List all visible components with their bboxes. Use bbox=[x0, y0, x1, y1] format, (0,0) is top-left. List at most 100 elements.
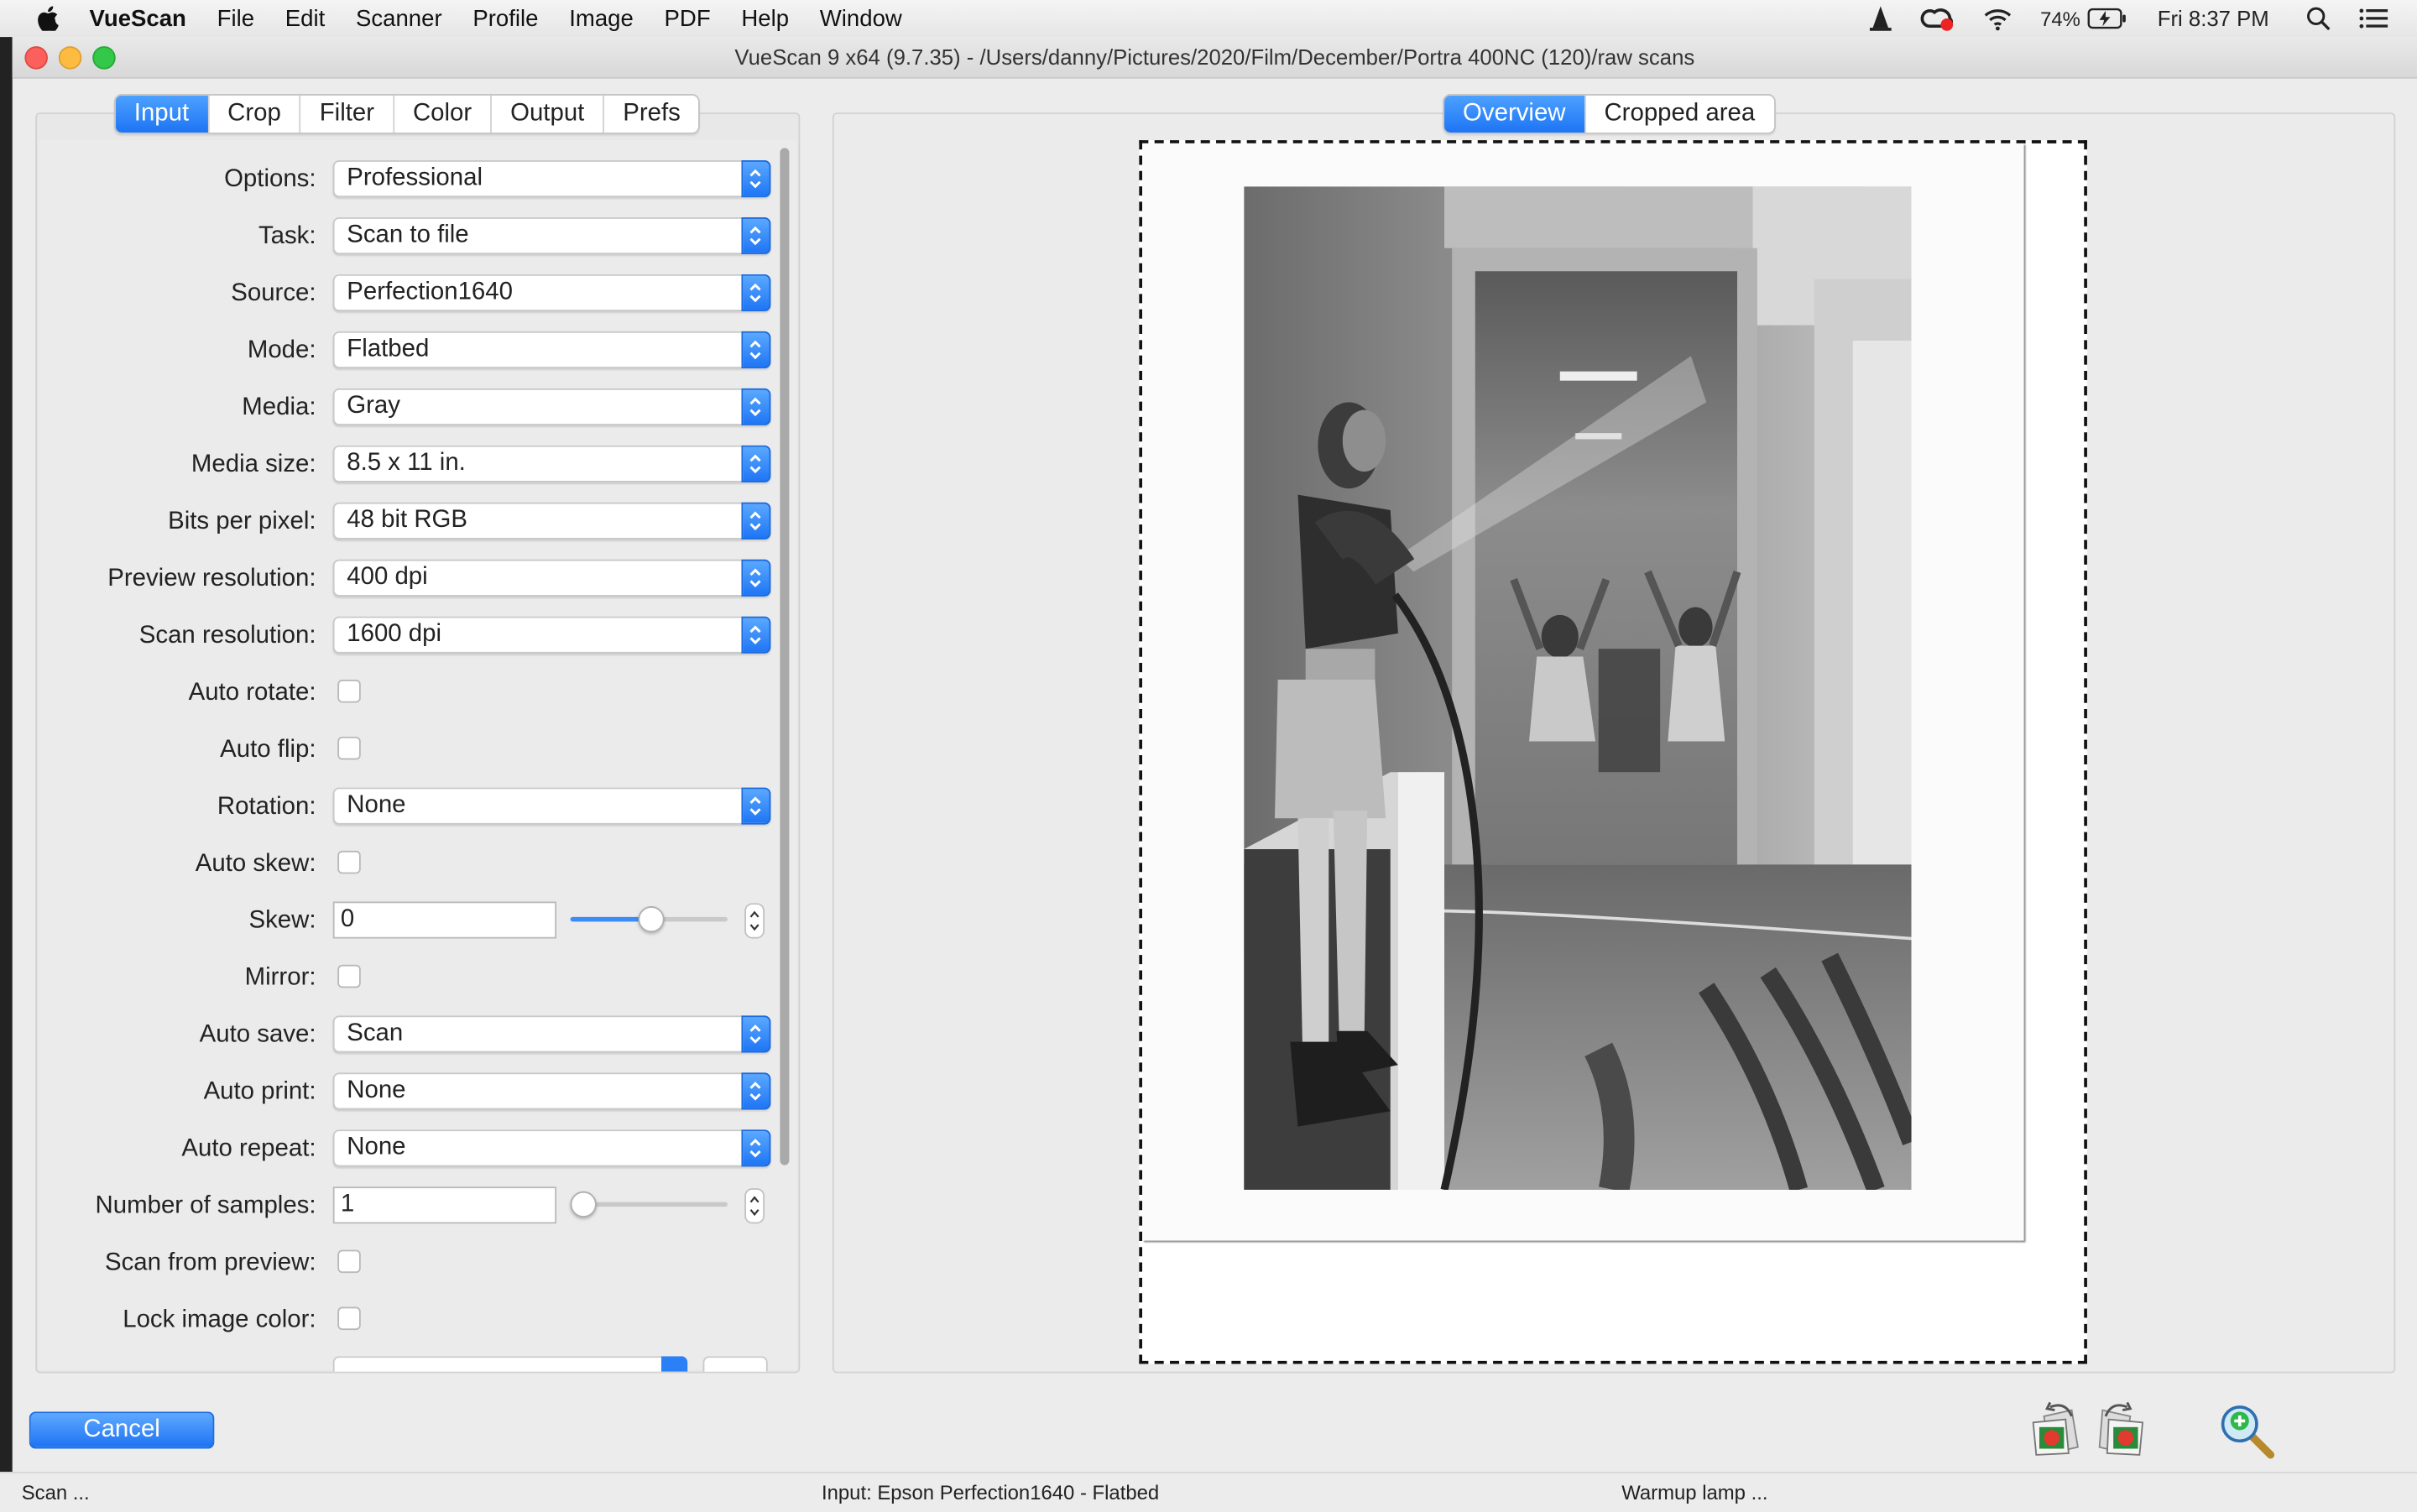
scan-area[interactable] bbox=[1139, 140, 2087, 1364]
menu-edit[interactable]: Edit bbox=[285, 5, 325, 31]
photo-print bbox=[1142, 143, 2024, 1241]
mode-label: Mode: bbox=[247, 337, 316, 364]
auto-flip-checkbox[interactable] bbox=[337, 736, 361, 760]
auto-skew-checkbox[interactable] bbox=[337, 850, 361, 874]
rotation-select[interactable]: None bbox=[332, 787, 771, 825]
tab-overview[interactable]: Overview bbox=[1444, 95, 1586, 133]
media-select[interactable]: Gray bbox=[332, 388, 771, 425]
zoom-window-button[interactable] bbox=[92, 46, 116, 70]
mirror-row: Mirror: bbox=[39, 958, 794, 998]
cancel-button[interactable]: Cancel bbox=[29, 1411, 215, 1449]
mirror-checkbox[interactable] bbox=[337, 964, 361, 988]
media-size-row: Media size: 8.5 x 11 in. bbox=[39, 445, 794, 486]
preview-panel bbox=[832, 112, 2396, 1374]
skew-slider[interactable] bbox=[570, 905, 728, 933]
creative-cloud-icon[interactable] bbox=[1919, 5, 1954, 33]
scan-resolution-select[interactable]: 1600 dpi bbox=[332, 616, 771, 654]
auto-print-value: None bbox=[347, 1077, 406, 1104]
minimize-window-button[interactable] bbox=[58, 46, 82, 70]
menu-help[interactable]: Help bbox=[741, 5, 789, 31]
zoom-in-icon[interactable] bbox=[2220, 1404, 2275, 1459]
battery-percent: 74% bbox=[2040, 7, 2080, 30]
tab-color[interactable]: Color bbox=[394, 95, 493, 133]
rotate-right-icon[interactable] bbox=[2096, 1401, 2148, 1457]
menu-pdf[interactable]: PDF bbox=[665, 5, 711, 31]
desktop-edge bbox=[0, 37, 13, 1510]
scan-from-preview-row: Scan from preview: bbox=[39, 1243, 794, 1284]
scan-from-preview-label: Scan from preview: bbox=[105, 1249, 316, 1276]
status-left: Scan ... bbox=[21, 1481, 90, 1504]
menu-scanner[interactable]: Scanner bbox=[356, 5, 442, 31]
number-of-samples-value: 1 bbox=[340, 1191, 355, 1218]
tab-cropped-area[interactable]: Cropped area bbox=[1585, 96, 1773, 133]
auto-flip-label: Auto flip: bbox=[220, 736, 316, 764]
status-center: Input: Epson Perfection1640 - Flatbed bbox=[821, 1481, 1160, 1504]
menu-app-name[interactable]: VueScan bbox=[90, 5, 186, 31]
tab-filter[interactable]: Filter bbox=[301, 95, 394, 133]
auto-skew-label: Auto skew: bbox=[195, 850, 316, 878]
auto-rotate-checkbox[interactable] bbox=[337, 679, 361, 703]
samples-stepper[interactable] bbox=[744, 1188, 765, 1224]
auto-print-row: Auto print: None bbox=[39, 1072, 794, 1113]
bits-per-pixel-row: Bits per pixel: 48 bit RGB bbox=[39, 502, 794, 543]
clock[interactable]: Fri 8:37 PM bbox=[2158, 6, 2269, 30]
partial-row bbox=[39, 1356, 794, 1372]
task-value: Scan to file bbox=[347, 222, 469, 248]
bits-per-pixel-select[interactable]: 48 bit RGB bbox=[332, 502, 771, 540]
tab-prefs[interactable]: Prefs bbox=[604, 96, 699, 133]
status-bar: Scan ... Input: Epson Perfection1640 - F… bbox=[0, 1472, 2417, 1512]
media-size-select[interactable]: 8.5 x 11 in. bbox=[332, 445, 771, 482]
skew-input[interactable]: 0 bbox=[332, 901, 557, 939]
chevron-updown-icon bbox=[741, 445, 771, 482]
auto-repeat-select[interactable]: None bbox=[332, 1129, 771, 1167]
settings-scrollbar-thumb[interactable] bbox=[780, 148, 790, 1165]
skew-slider-knob[interactable] bbox=[638, 905, 665, 933]
task-select[interactable]: Scan to file bbox=[332, 216, 771, 255]
vlc-cone-icon[interactable] bbox=[1867, 5, 1892, 33]
settings-scrollbar[interactable] bbox=[777, 143, 791, 1346]
menu-file[interactable]: File bbox=[217, 5, 254, 31]
source-select[interactable]: Perfection1640 bbox=[332, 274, 771, 312]
partial-select[interactable] bbox=[332, 1356, 688, 1372]
auto-repeat-row: Auto repeat: None bbox=[39, 1129, 794, 1170]
media-label: Media: bbox=[242, 394, 316, 421]
menu-window[interactable]: Window bbox=[820, 5, 902, 31]
number-of-samples-input[interactable]: 1 bbox=[332, 1186, 557, 1224]
samples-slider[interactable] bbox=[570, 1191, 728, 1218]
menu-image[interactable]: Image bbox=[569, 5, 634, 31]
partial-button[interactable] bbox=[702, 1356, 768, 1372]
menu-extras: 74% Fri 8:37 PM bbox=[1867, 0, 2417, 37]
tab-input[interactable]: Input bbox=[115, 95, 210, 133]
preview-resolution-label: Preview resolution: bbox=[107, 566, 316, 592]
skew-stepper[interactable] bbox=[744, 903, 765, 939]
apple-icon[interactable] bbox=[37, 6, 59, 31]
rotate-left-icon[interactable] bbox=[2028, 1401, 2080, 1457]
tab-output[interactable]: Output bbox=[492, 95, 605, 133]
bits-per-pixel-label: Bits per pixel: bbox=[168, 508, 316, 535]
wifi-icon[interactable] bbox=[1981, 6, 2012, 31]
media-size-label: Media size: bbox=[191, 451, 316, 478]
rotation-label: Rotation: bbox=[217, 793, 316, 821]
mode-select[interactable]: Flatbed bbox=[332, 331, 771, 368]
chevron-updown-icon bbox=[741, 1072, 771, 1110]
number-of-samples-row: Number of samples: 1 bbox=[39, 1186, 794, 1227]
media-size-value: 8.5 x 11 in. bbox=[347, 450, 466, 477]
options-select[interactable]: Professional bbox=[332, 160, 771, 198]
tab-crop[interactable]: Crop bbox=[209, 95, 301, 133]
samples-slider-knob[interactable] bbox=[570, 1191, 597, 1218]
preview-photo[interactable] bbox=[1244, 186, 1912, 1190]
scan-from-preview-checkbox[interactable] bbox=[337, 1249, 361, 1274]
window-titlebar: VueScan 9 x64 (9.7.35) - /Users/danny/Pi… bbox=[12, 37, 2417, 79]
auto-repeat-label: Auto repeat: bbox=[181, 1135, 316, 1162]
close-window-button[interactable] bbox=[24, 46, 48, 70]
preview-resolution-select[interactable]: 400 dpi bbox=[332, 559, 771, 597]
battery-charging-icon[interactable] bbox=[2086, 8, 2127, 29]
menu-profile[interactable]: Profile bbox=[472, 5, 538, 31]
auto-print-select[interactable]: None bbox=[332, 1072, 771, 1110]
notification-center-icon[interactable] bbox=[2358, 6, 2389, 30]
media-value: Gray bbox=[347, 393, 400, 420]
auto-save-select[interactable]: Scan bbox=[332, 1015, 771, 1053]
spotlight-search-icon[interactable] bbox=[2306, 6, 2331, 31]
chevron-updown-icon bbox=[741, 216, 771, 255]
lock-image-color-checkbox[interactable] bbox=[337, 1306, 361, 1331]
